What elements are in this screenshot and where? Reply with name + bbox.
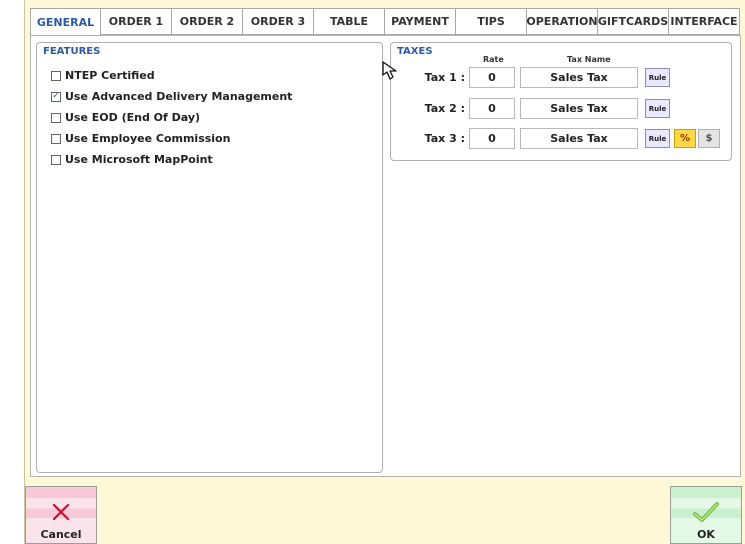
features-title: FEATURES [43, 46, 101, 57]
advanced-delivery-label: Use Advanced Delivery Management [65, 90, 293, 103]
tab-payment[interactable]: PAYMENT [385, 8, 456, 35]
features-group: FEATURES NTEP Certified ✓ Use Advanced D… [36, 42, 383, 473]
dollar-toggle-button[interactable]: $ [698, 129, 720, 148]
advanced-delivery-checkbox[interactable]: ✓ Use Advanced Delivery Management [51, 90, 292, 103]
employee-commission-label: Use Employee Commission [65, 132, 231, 145]
eod-label: Use EOD (End Of Day) [65, 111, 201, 124]
ntep-certified-label: NTEP Certified [65, 69, 155, 82]
eod-checkbox[interactable]: Use EOD (End Of Day) [51, 111, 200, 124]
tab-tips[interactable]: TIPS [456, 8, 527, 35]
cancel-button[interactable]: Cancel [25, 486, 97, 544]
tab-table[interactable]: TABLE [314, 8, 385, 35]
tab-order-3[interactable]: ORDER 3 [243, 8, 314, 35]
close-x-icon [52, 503, 70, 521]
general-tab-panel: FEATURES NTEP Certified ✓ Use Advanced D… [30, 35, 741, 477]
mouse-pointer-icon [382, 61, 397, 80]
tax-name-column-header: Tax Name [567, 55, 611, 64]
ntep-certified-checkbox[interactable]: NTEP Certified [51, 69, 155, 82]
tax-2-rate-field[interactable]: 0 [469, 98, 515, 119]
employee-commission-checkbox[interactable]: Use Employee Commission [51, 132, 230, 145]
taxes-title: TAXES [397, 46, 433, 57]
mappoint-label: Use Microsoft MapPoint [65, 153, 213, 166]
tax-1-rule-button[interactable]: Rule [645, 68, 670, 87]
tax-3-name-field[interactable]: Sales Tax [520, 128, 638, 149]
ok-label: OK [697, 528, 715, 541]
checkbox-unchecked-icon[interactable] [51, 133, 61, 144]
tax-1-rate-field[interactable]: 0 [469, 67, 515, 88]
tab-operation[interactable]: OPERATION [526, 8, 598, 35]
checkbox-checked-icon[interactable]: ✓ [51, 91, 61, 102]
tax-3-rule-button[interactable]: Rule [645, 129, 670, 148]
mappoint-checkbox[interactable]: Use Microsoft MapPoint [51, 153, 213, 166]
ok-button[interactable]: OK [670, 486, 742, 544]
checkbox-unchecked-icon[interactable] [51, 154, 61, 165]
taxes-group: TAXES Rate Tax Name Tax 1 : 0 Sales Tax … [390, 42, 732, 161]
tax-2-name-field[interactable]: Sales Tax [520, 98, 638, 119]
tab-giftcards[interactable]: GIFTCARDS [598, 8, 669, 35]
tab-interface[interactable]: INTERFACE [669, 8, 740, 35]
checkbox-unchecked-icon[interactable] [51, 70, 61, 81]
settings-window: GENERAL ORDER 1 ORDER 2 ORDER 3 TABLE PA… [24, 0, 745, 544]
tax-3-rate-field[interactable]: 0 [469, 128, 515, 149]
tab-order-2[interactable]: ORDER 2 [172, 8, 243, 35]
tab-general[interactable]: GENERAL [30, 8, 101, 36]
rate-column-header: Rate [483, 55, 504, 64]
tax-2-label: Tax 2 : [424, 102, 465, 115]
tax-2-rule-button[interactable]: Rule [645, 99, 670, 118]
checkbox-unchecked-icon[interactable] [51, 112, 61, 123]
tab-bar: GENERAL ORDER 1 ORDER 2 ORDER 3 TABLE PA… [30, 8, 742, 36]
cancel-label: Cancel [40, 528, 82, 541]
tax-1-name-field[interactable]: Sales Tax [520, 67, 638, 88]
tax-3-label: Tax 3 : [424, 132, 465, 145]
checkmark-icon [693, 502, 719, 522]
tab-order-1[interactable]: ORDER 1 [101, 8, 172, 35]
percent-toggle-button[interactable]: % [674, 129, 696, 148]
